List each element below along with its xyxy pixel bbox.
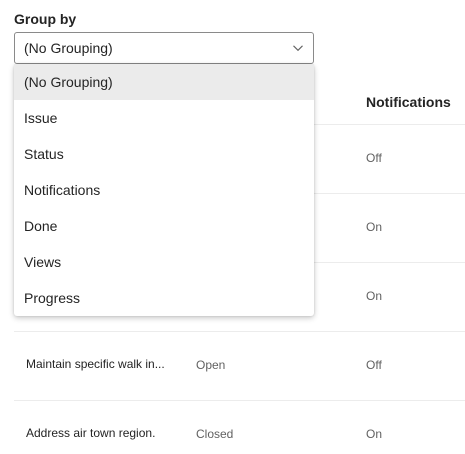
chevron-down-icon <box>293 45 303 52</box>
option-status[interactable]: Status <box>14 136 314 172</box>
option-notifications[interactable]: Notifications <box>14 172 314 208</box>
cell-issue: Maintain specific walk in... <box>26 357 165 371</box>
group-by-select[interactable]: (No Grouping) <box>14 32 314 64</box>
group-by-label: Group by <box>14 11 77 27</box>
option-no-grouping[interactable]: (No Grouping) <box>14 64 314 100</box>
table-row[interactable]: Maintain specific walk in... Open Off <box>14 331 465 400</box>
cell-status: Open <box>196 358 226 372</box>
cell-notifications: On <box>366 220 383 234</box>
column-header-notifications[interactable]: Notifications <box>366 94 451 110</box>
group-by-dropdown-menu: (No Grouping) Issue Status Notifications… <box>14 64 314 316</box>
option-done[interactable]: Done <box>14 208 314 244</box>
option-issue[interactable]: Issue <box>14 100 314 136</box>
group-by-selected-value: (No Grouping) <box>24 40 113 56</box>
page: Group by (No Grouping) Notifications Off… <box>0 0 465 454</box>
cell-notifications: On <box>366 289 383 303</box>
cell-issue: Address air town region. <box>26 426 156 440</box>
cell-status: Closed <box>196 427 234 441</box>
cell-notifications: Off <box>366 358 382 372</box>
table-row[interactable]: Address air town region. Closed On <box>14 400 465 454</box>
cell-notifications: Off <box>366 151 382 165</box>
cell-notifications: On <box>366 427 383 441</box>
option-views[interactable]: Views <box>14 244 314 280</box>
option-progress[interactable]: Progress <box>14 280 314 316</box>
